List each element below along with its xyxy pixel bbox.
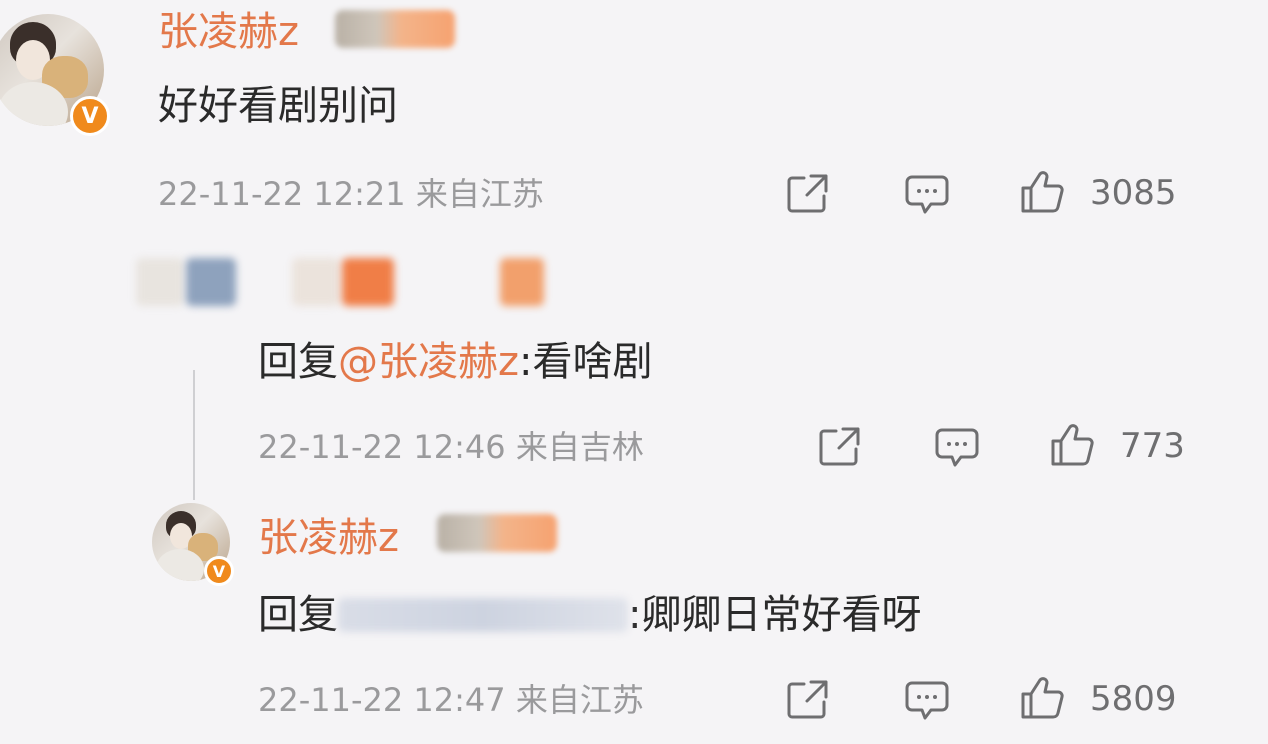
redacted-username [292,258,340,306]
user-badge [437,514,557,552]
reply-prefix: 回复 [258,592,338,638]
thumbs-up-icon[interactable] [1020,676,1066,720]
share-icon[interactable] [818,425,862,467]
comment-icon[interactable] [934,427,980,469]
redacted-mention [338,598,628,632]
user-badge [335,10,455,48]
share-icon[interactable] [786,172,830,214]
reply-meta: 22-11-22 12:47 来自江苏 [258,681,644,719]
reply-text: 回复 :卿卿日常好看呀 [258,594,921,635]
share-icon[interactable] [786,678,830,720]
comment-icon[interactable] [904,680,950,722]
reply-username[interactable]: 张凌赫z [258,518,399,558]
reply-text: 回复@张凌赫z:看啥剧 [258,342,652,382]
reply-content: :看啥剧 [519,339,653,385]
comment-meta: 22-11-22 12:21 来自江苏 [158,175,544,213]
redacted-username [186,258,236,306]
redacted-username [500,258,544,306]
comment-text: 好好看剧别问 [158,83,398,129]
reply-meta: 22-11-22 12:46 来自吉林 [258,428,644,466]
verified-badge-icon: V [70,96,110,136]
mention-link[interactable]: @张凌赫z [338,339,519,385]
thumbs-up-icon[interactable] [1020,170,1066,214]
like-count: 3085 [1090,173,1177,213]
thread-line [193,370,195,500]
comment-icon[interactable] [904,174,950,216]
reply-prefix: 回复 [258,339,338,385]
reply-content: :卿卿日常好看呀 [628,592,922,638]
comment-username[interactable]: 张凌赫z [158,12,299,52]
redacted-username [136,258,184,306]
redacted-username [342,258,394,306]
like-count: 5809 [1090,679,1177,719]
like-count: 773 [1120,426,1185,466]
verified-badge-icon: V [204,556,234,586]
thumbs-up-icon[interactable] [1050,423,1096,467]
